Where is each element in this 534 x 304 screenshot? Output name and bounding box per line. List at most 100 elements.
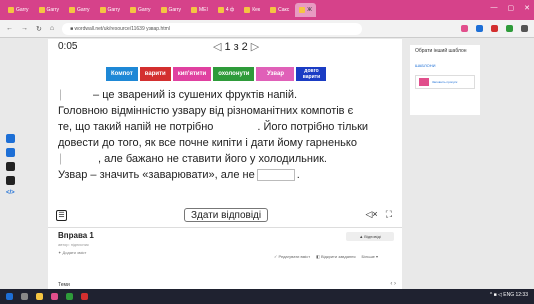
next-page-icon[interactable]: ▷ bbox=[251, 40, 259, 53]
browser-tab[interactable]: Garry bbox=[65, 3, 94, 17]
word-chip[interactable]: охолонути bbox=[213, 67, 255, 81]
minimize-icon[interactable]: — bbox=[491, 4, 498, 12]
answers-button[interactable]: ▲ Відповіді bbox=[346, 232, 394, 241]
embed-code-icon[interactable]: </> bbox=[6, 190, 15, 199]
prev-page-icon[interactable]: ◁ bbox=[213, 40, 221, 53]
folder-icon[interactable] bbox=[36, 293, 43, 300]
more-dropdown[interactable]: Більше ▾ bbox=[362, 254, 378, 259]
tab-favicon-icon bbox=[244, 7, 251, 13]
system-tray: ^ ■ ◁ ENG 12:33 bbox=[489, 292, 528, 298]
tab-label: Garry bbox=[46, 7, 60, 13]
divider bbox=[48, 227, 402, 228]
word-chip[interactable]: варити bbox=[139, 67, 171, 81]
tab-label: Garry bbox=[16, 7, 29, 13]
open-task-link[interactable]: ◧ Відкрити завдання bbox=[316, 254, 355, 259]
extension-icons bbox=[461, 25, 528, 32]
close-icon[interactable]: ✕ bbox=[524, 4, 530, 12]
exercise-links: ✓ Редагувати вміст ◧ Відкрити завдання Б… bbox=[274, 254, 378, 259]
bookmark-icon[interactable] bbox=[6, 162, 15, 171]
list-icon[interactable] bbox=[6, 176, 15, 185]
mute-icon[interactable]: ◁× bbox=[366, 209, 378, 220]
template-preview-icon bbox=[419, 78, 429, 86]
browser-tab[interactable]: Сакс bbox=[266, 3, 293, 17]
answer-gap[interactable] bbox=[256, 169, 295, 182]
browser-tab[interactable]: Garry bbox=[35, 3, 64, 17]
browser-tab[interactable]: Garry bbox=[157, 3, 186, 17]
back-icon[interactable]: ← bbox=[6, 25, 13, 32]
template-sidebar: Обрати інший шаблон ШАБЛОНИ Заповніть пр… bbox=[410, 45, 480, 115]
left-toolbar: </> bbox=[6, 134, 16, 199]
tab-favicon-icon bbox=[130, 7, 136, 13]
tab-favicon-icon bbox=[191, 7, 197, 13]
templates-label: ШАБЛОНИ bbox=[415, 63, 436, 68]
add-content-link[interactable]: ✦ Додати зміст bbox=[58, 250, 88, 255]
tab-favicon-icon bbox=[160, 7, 167, 13]
activity-card: 0:05 ◁ 1 з 2 ▷ Компот варити кип'ятити о… bbox=[48, 39, 402, 289]
passage-text: – це зварений із сушених фруктів напій. bbox=[90, 89, 298, 101]
url-field[interactable]: ■ wordwall.net/uk/resource/11639 узвар.h… bbox=[62, 22, 363, 35]
passage-text: , але бажано не ставити його у холодильн… bbox=[98, 153, 327, 165]
forward-icon[interactable]: → bbox=[21, 25, 28, 32]
app-icon[interactable] bbox=[81, 293, 88, 300]
address-bar: ← → ↻ ⌂ ■ wordwall.net/uk/resource/11639… bbox=[0, 20, 534, 38]
start-icon[interactable] bbox=[6, 293, 13, 300]
browser-tab-active[interactable]: Ж bbox=[295, 3, 316, 17]
exercise-title: Вправа 1 bbox=[58, 231, 94, 240]
passage-text: . Його потрібно тільки bbox=[257, 121, 369, 133]
right-controls: ◁× ⛶ bbox=[366, 209, 393, 220]
word-chip[interactable]: кип'ятити bbox=[172, 67, 212, 81]
browser-icon[interactable] bbox=[51, 293, 58, 300]
tab-favicon-icon bbox=[299, 7, 306, 13]
browser-tab[interactable]: 4 ф bbox=[214, 3, 238, 17]
passage-text: те, що такий напій не потрібно bbox=[58, 121, 214, 133]
browser-tab[interactable]: Кек bbox=[240, 3, 264, 17]
home-icon[interactable]: ⌂ bbox=[50, 25, 54, 32]
switch-template-heading: Обрати інший шаблон bbox=[415, 48, 467, 54]
tab-label: Сакс bbox=[278, 7, 290, 13]
flag-icon[interactable] bbox=[6, 134, 15, 143]
cloze-passage: – це зварений із сушених фруктів напій. … bbox=[58, 87, 394, 183]
search-icon[interactable] bbox=[21, 293, 28, 300]
browser-tab[interactable]: Garry bbox=[96, 3, 125, 17]
passage-text: . bbox=[296, 169, 300, 181]
tab-favicon-icon bbox=[38, 7, 45, 13]
app-icon[interactable] bbox=[66, 293, 73, 300]
browser-tab[interactable]: Garry bbox=[126, 3, 155, 17]
word-bank: Компот варити кип'ятити охолонути Узвар … bbox=[106, 67, 327, 81]
browser-tab-bar: Garry Garry Garry Garry Garry Garry MEI … bbox=[0, 0, 534, 20]
extension-icon[interactable] bbox=[476, 25, 483, 32]
extension-icon[interactable] bbox=[461, 25, 468, 32]
tab-label: Garry bbox=[77, 7, 90, 13]
edit-content-link[interactable]: ✓ Редагувати вміст bbox=[274, 254, 310, 259]
extension-icon[interactable] bbox=[491, 25, 498, 32]
fullscreen-icon[interactable]: ⛶ bbox=[386, 209, 392, 220]
word-chip[interactable]: Компот bbox=[106, 67, 138, 81]
tab-label: Кек bbox=[252, 7, 261, 13]
flag-icon[interactable] bbox=[6, 148, 15, 157]
page-separator: з bbox=[233, 40, 239, 53]
maximize-icon[interactable]: ▢ bbox=[508, 4, 515, 12]
tab-label: Ж bbox=[307, 7, 312, 13]
template-thumbnail[interactable]: Заповніть пропуск bbox=[415, 75, 475, 89]
profile-icon[interactable] bbox=[521, 25, 528, 32]
answer-gap[interactable] bbox=[215, 121, 255, 133]
reload-icon[interactable]: ↻ bbox=[36, 25, 42, 33]
tab-label: 4 ф bbox=[225, 7, 235, 13]
menu-icon[interactable]: ☰ bbox=[56, 209, 67, 221]
tab-label: Garry bbox=[138, 7, 151, 13]
answer-gap[interactable] bbox=[60, 153, 96, 166]
page-content: </> 0:05 ◁ 1 з 2 ▷ Компот варити кип'яти… bbox=[0, 38, 534, 292]
browser-tab[interactable]: MEI bbox=[187, 3, 212, 17]
passage-text: Головною відмінністю узвару від різноман… bbox=[58, 105, 354, 117]
browser-tab[interactable]: Garry bbox=[4, 3, 33, 17]
answer-gap[interactable] bbox=[60, 89, 88, 102]
passage-text: Узвар – значить «заварювати», але не bbox=[58, 169, 255, 181]
themes-arrows[interactable]: ‹ › bbox=[390, 281, 396, 287]
word-chip[interactable]: довго варити bbox=[296, 67, 327, 81]
total-pages: 2 bbox=[241, 40, 248, 53]
submit-answers-button[interactable]: Здати відповіді bbox=[184, 208, 269, 222]
word-chip[interactable]: Узвар bbox=[256, 67, 295, 81]
page-navigator: ◁ 1 з 2 ▷ bbox=[213, 40, 259, 54]
extension-icon[interactable] bbox=[506, 25, 513, 32]
tab-favicon-icon bbox=[217, 7, 224, 13]
